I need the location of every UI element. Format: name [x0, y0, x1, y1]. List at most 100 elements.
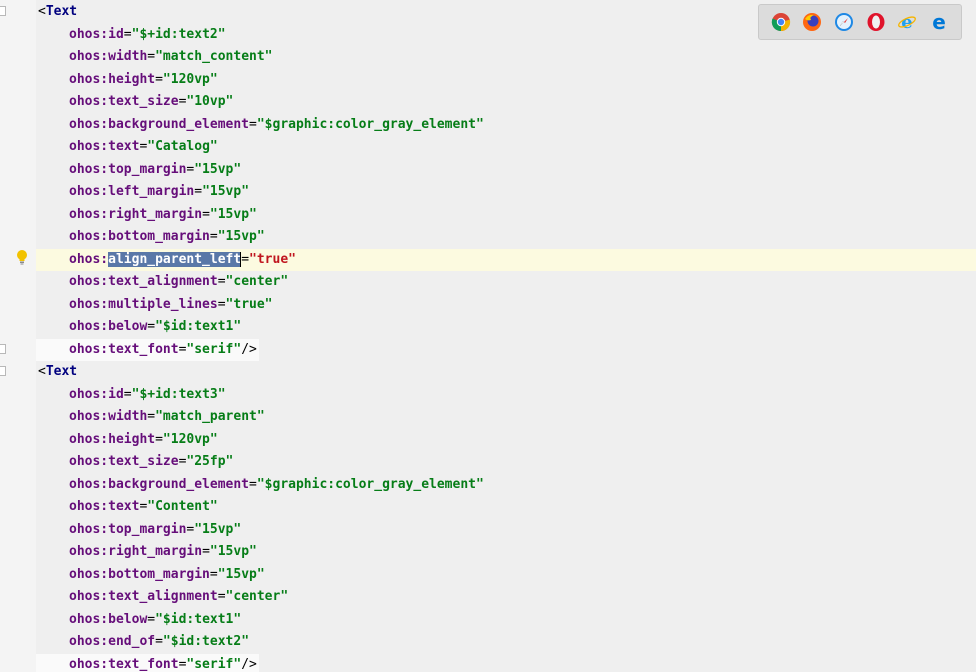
equals-sign: =	[147, 611, 156, 627]
code-line[interactable]: ohos:text_alignment="center"	[36, 271, 976, 294]
attribute-value: "120vp"	[162, 431, 218, 447]
attribute-name: ohos:id	[69, 26, 124, 42]
code-line-content: ohos:top_margin="15vp"	[36, 519, 243, 542]
selected-text[interactable]: align_parent_left	[108, 251, 242, 267]
code-line[interactable]: ohos:id="$+id:text3"	[36, 384, 976, 407]
equals-sign: =	[147, 49, 156, 64]
attribute-name: ohos:text	[69, 499, 140, 514]
code-line[interactable]: ohos:left_margin="15vp"	[36, 181, 976, 204]
equals-sign: =	[147, 409, 156, 424]
code-line[interactable]: ohos:background_element="$graphic:color_…	[36, 114, 976, 137]
code-line-content: <Text	[36, 1, 79, 24]
tag-close: />	[241, 656, 257, 672]
attribute-value: "15vp"	[202, 184, 250, 199]
code-line-content: ohos:text_alignment="center"	[36, 271, 290, 294]
code-line[interactable]: <Text	[36, 361, 976, 384]
equals-sign: =	[155, 431, 163, 447]
fold-marker[interactable]	[0, 366, 6, 376]
code-line[interactable]: ohos:text="Catalog"	[36, 136, 976, 159]
lightbulb-icon[interactable]	[16, 249, 28, 265]
code-line[interactable]: ohos:top_margin="15vp"	[36, 159, 976, 182]
attribute-name: ohos:below	[69, 319, 148, 334]
attribute-value: "true"	[225, 296, 273, 312]
code-line[interactable]: ohos:height="120vp"	[36, 69, 976, 92]
code-line-content: ohos:background_element="$graphic:color_…	[36, 114, 486, 137]
code-line[interactable]: ohos:height="120vp"	[36, 429, 976, 452]
code-line-content: ohos:end_of="$id:text2"	[36, 631, 251, 654]
equals-sign: =	[202, 544, 210, 559]
equals-sign: =	[202, 206, 210, 222]
firefox-icon[interactable]	[802, 12, 822, 32]
code-line-content: ohos:right_margin="15vp"	[36, 541, 259, 564]
code-line[interactable]: ohos:text_size="10vp"	[36, 91, 976, 114]
code-line-content: ohos:id="$+id:text3"	[36, 384, 228, 407]
code-line[interactable]: ohos:width="match_content"	[36, 46, 976, 69]
attribute-name: ohos:left_margin	[69, 184, 195, 199]
code-line[interactable]: ohos:align_parent_left="true"	[36, 248, 976, 272]
attribute-name: ohos:text_size	[69, 94, 179, 109]
code-line[interactable]: ohos:text="Content"	[36, 496, 976, 519]
code-editor[interactable]: <Text ohos:id="$+id:text2" ohos:width="mat…	[36, 0, 976, 672]
code-line[interactable]: ohos:right_margin="15vp"	[36, 204, 976, 227]
code-line[interactable]: ohos:bottom_margin="15vp"	[36, 564, 976, 587]
code-line[interactable]: ohos:width="match_parent"	[36, 406, 976, 429]
browser-preview-bar: e e	[758, 4, 962, 40]
code-line[interactable]: ohos:right_margin="15vp"	[36, 541, 976, 564]
fold-marker[interactable]	[0, 6, 6, 16]
attribute-name: ohos:text_font	[69, 341, 179, 357]
ie-icon[interactable]: e	[897, 12, 917, 32]
code-line-content: ohos:width="match_content"	[36, 46, 275, 69]
svg-text:e: e	[902, 12, 913, 32]
code-line-content: ohos:text_size="10vp"	[36, 91, 235, 114]
attribute-name: ohos:height	[69, 71, 156, 87]
attribute-name: ohos:width	[69, 49, 148, 64]
attribute-value: "15vp"	[217, 566, 265, 582]
equals-sign: =	[194, 184, 203, 199]
attribute-value: "$id:text1"	[155, 611, 242, 627]
code-line-content: ohos:align_parent_left="true"	[36, 249, 298, 272]
code-line[interactable]: ohos:text_font="serif"/>	[36, 338, 976, 361]
code-line[interactable]: ohos:end_of="$id:text2"	[36, 631, 976, 654]
attribute-value: "15vp"	[194, 521, 242, 537]
attribute-name: ohos:bottom_margin	[69, 229, 210, 244]
attribute-name: ohos:background_element	[69, 476, 250, 492]
code-line[interactable]: ohos:background_element="$graphic:color_…	[36, 474, 976, 497]
code-line-content: ohos:right_margin="15vp"	[36, 204, 259, 227]
attribute-name: ohos:end_of	[69, 634, 156, 649]
code-line[interactable]: ohos:text_size="25fp"	[36, 451, 976, 474]
code-line-content: ohos:bottom_margin="15vp"	[36, 564, 267, 587]
code-line[interactable]: ohos:text_alignment="center"	[36, 586, 976, 609]
code-line-content: ohos:text_alignment="center"	[36, 586, 290, 609]
opera-icon[interactable]	[866, 12, 886, 32]
code-line[interactable]: ohos:top_margin="15vp"	[36, 519, 976, 542]
safari-icon[interactable]	[834, 12, 854, 32]
attribute-name: ohos:	[69, 251, 109, 267]
attribute-value: "15vp"	[217, 229, 265, 244]
equals-sign: =	[209, 229, 218, 244]
fold-marker[interactable]	[0, 344, 6, 354]
code-line-content: ohos:width="match_parent"	[36, 406, 267, 429]
attribute-name: ohos:text_alignment	[69, 274, 218, 289]
code-line[interactable]: ohos:below="$id:text1"	[36, 316, 976, 339]
attribute-name: ohos:width	[69, 409, 148, 424]
equals-sign: =	[241, 251, 250, 267]
attribute-name: ohos:id	[69, 386, 124, 402]
code-line[interactable]: ohos:bottom_margin="15vp"	[36, 226, 976, 249]
attribute-name: ohos:bottom_margin	[69, 566, 210, 582]
tag-name: Text	[45, 4, 78, 19]
code-line-content: ohos:height="120vp"	[36, 429, 220, 452]
attribute-value: "15vp"	[194, 161, 242, 177]
attribute-value: "$id:text2"	[162, 634, 250, 649]
code-line[interactable]: ohos:below="$id:text1"	[36, 609, 976, 632]
tag-open-bracket: <	[38, 4, 46, 19]
chrome-icon[interactable]	[771, 12, 791, 32]
attribute-value: "serif"	[186, 656, 242, 672]
edge-icon[interactable]: e	[929, 12, 949, 32]
code-line[interactable]: ohos:multiple_lines="true"	[36, 294, 976, 317]
attribute-value: "Content"	[147, 499, 218, 514]
attribute-value: "$+id:text3"	[131, 386, 226, 402]
code-line[interactable]: ohos:text_font="serif"/>	[36, 653, 976, 672]
attribute-value: "center"	[225, 274, 289, 289]
code-line-content: ohos:text="Content"	[36, 496, 220, 519]
attribute-value: "serif"	[186, 341, 242, 357]
